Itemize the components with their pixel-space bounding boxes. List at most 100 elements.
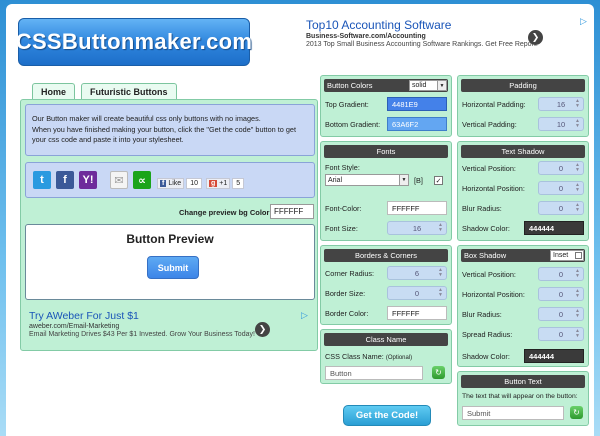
ad-top-url[interactable]: Business-Software.com/Accounting bbox=[306, 33, 546, 40]
ts-color-input[interactable]: 444444 bbox=[524, 221, 584, 235]
inset-toggle[interactable]: Inset bbox=[550, 250, 584, 261]
preview-submit-button[interactable]: Submit bbox=[147, 256, 199, 279]
tab-futuristic-buttons[interactable]: Futuristic Buttons bbox=[81, 83, 177, 100]
corner-radius-value: 6 bbox=[414, 268, 420, 278]
bs-spread-value: 0 bbox=[558, 329, 564, 339]
class-name-input[interactable]: Button bbox=[325, 366, 423, 380]
spinner-arrows-icon: ▲ ▼ bbox=[575, 202, 580, 213]
bs-blur-label: Blur Radius: bbox=[462, 310, 502, 319]
bs-vertical-value: 0 bbox=[558, 269, 564, 279]
nav-tabs: Home Futuristic Buttons bbox=[32, 83, 183, 100]
box-shadow-panel: Box Shadow Inset Vertical Position: 0 ▲ ▼… bbox=[457, 245, 589, 367]
site-logo[interactable]: CSSButtonmaker.com bbox=[16, 18, 252, 66]
spinner-arrows-icon: ▲ ▼ bbox=[575, 308, 580, 319]
borders-header: Borders & Corners bbox=[324, 249, 448, 262]
button-colors-title: Button Colors bbox=[327, 81, 373, 90]
get-code-button[interactable]: Get the Code! bbox=[343, 405, 431, 426]
color-mode-select[interactable]: solid ▼ bbox=[409, 80, 447, 91]
preview-bg-input[interactable]: FFFFFF bbox=[270, 204, 314, 219]
corner-radius-label: Corner Radius: bbox=[325, 269, 375, 278]
borders-panel: Borders & Corners Corner Radius: 6 ▲ ▼ Bo… bbox=[320, 245, 452, 325]
top-gradient-input[interactable]: 4481E9 bbox=[387, 97, 447, 111]
bs-horizontal-label: Horizontal Position: bbox=[462, 290, 525, 299]
ad-top-arrow-icon[interactable]: ❯ bbox=[528, 30, 543, 45]
inset-checkbox[interactable] bbox=[575, 252, 582, 259]
bottom-gradient-input[interactable]: 63A6F2 bbox=[387, 117, 447, 131]
twitter-icon[interactable]: t bbox=[33, 171, 51, 189]
font-style-select[interactable]: Arial ▼ bbox=[325, 174, 409, 186]
bs-blur-spinner[interactable]: 0 ▲ ▼ bbox=[538, 307, 584, 321]
like-count: 10 bbox=[186, 178, 202, 189]
ts-blur-spinner[interactable]: 0 ▲ ▼ bbox=[538, 201, 584, 215]
bold-label: [B] bbox=[414, 176, 423, 185]
button-text-input[interactable]: Submit bbox=[462, 406, 564, 420]
like-thumb-icon: f bbox=[160, 180, 167, 187]
share-bar: t f Y! ✉ ∝ f Like 10 g +1 5 bbox=[25, 162, 315, 198]
ts-vertical-spinner[interactable]: 0 ▲ ▼ bbox=[538, 161, 584, 175]
border-size-spinner[interactable]: 0 ▲ ▼ bbox=[387, 286, 447, 300]
bs-color-label: Shadow Color: bbox=[462, 352, 510, 361]
font-size-value: 16 bbox=[412, 223, 422, 233]
spinner-arrows-icon: ▲ ▼ bbox=[438, 222, 443, 233]
color-mode-value: solid bbox=[412, 82, 427, 89]
class-name-optional: (Optional) bbox=[385, 355, 413, 361]
bs-horizontal-spinner[interactable]: 0 ▲ ▼ bbox=[538, 287, 584, 301]
font-color-label: Font-Color: bbox=[325, 204, 362, 213]
spinner-arrows-icon: ▲ ▼ bbox=[575, 118, 580, 129]
padding-header: Padding bbox=[461, 79, 585, 92]
share-icon[interactable]: ∝ bbox=[133, 171, 151, 189]
button-text-refresh-icon[interactable]: ↻ bbox=[570, 406, 583, 419]
bs-vertical-label: Vertical Position: bbox=[462, 270, 516, 279]
button-text-label: The text that will appear on the button: bbox=[462, 393, 578, 400]
google-plus-button[interactable]: g +1 5 bbox=[206, 178, 245, 189]
button-text-panel: Button Text The text that will appear on… bbox=[457, 371, 589, 426]
spinner-arrows-icon: ▲ ▼ bbox=[575, 328, 580, 339]
border-color-input[interactable]: FFFFFF bbox=[387, 306, 447, 320]
main-panel: Our Button maker will create beautiful c… bbox=[20, 99, 318, 351]
border-size-value: 0 bbox=[414, 288, 420, 298]
chevron-down-icon: ▼ bbox=[399, 175, 408, 185]
ad-left-title[interactable]: Try AWeber For Just $1 bbox=[29, 310, 309, 322]
top-gradient-label: Top Gradient: bbox=[325, 100, 369, 109]
bs-color-input[interactable]: 444444 bbox=[524, 349, 584, 363]
font-color-input[interactable]: FFFFFF bbox=[387, 201, 447, 215]
button-preview: Button Preview Submit bbox=[25, 224, 315, 300]
yahoo-icon[interactable]: Y! bbox=[79, 171, 97, 189]
ad-left-arrow-icon[interactable]: ❯ bbox=[255, 322, 270, 337]
plus-count: 5 bbox=[232, 178, 245, 189]
bs-spread-spinner[interactable]: 0 ▲ ▼ bbox=[538, 327, 584, 341]
vertical-padding-spinner[interactable]: 10 ▲ ▼ bbox=[538, 117, 584, 131]
horizontal-padding-label: Horizontal Padding: bbox=[462, 100, 526, 109]
spinner-arrows-icon: ▲ ▼ bbox=[575, 182, 580, 193]
fonts-panel: Fonts Font Style: Arial ▼ [B] ✓ Font-Col… bbox=[320, 141, 452, 241]
spinner-arrows-icon: ▲ ▼ bbox=[575, 98, 580, 109]
ad-top[interactable]: Top10 Accounting Software Business-Softw… bbox=[306, 18, 546, 50]
intro-line-2: When you have finished making your butto… bbox=[32, 124, 296, 145]
vertical-padding-label: Vertical Padding: bbox=[462, 120, 517, 129]
bold-checkbox[interactable]: ✓ bbox=[434, 176, 443, 185]
inset-label: Inset bbox=[553, 252, 569, 259]
ad-left-adchoices-icon[interactable]: ▷ bbox=[301, 310, 308, 321]
border-color-label: Border Color: bbox=[325, 309, 369, 318]
class-name-refresh-icon[interactable]: ↻ bbox=[432, 366, 445, 379]
class-name-header: Class Name bbox=[324, 333, 448, 346]
tab-home[interactable]: Home bbox=[32, 83, 76, 100]
ad-top-title[interactable]: Top10 Accounting Software bbox=[306, 18, 546, 32]
intro-line-1: Our Button maker will create beautiful c… bbox=[32, 114, 261, 123]
ts-horizontal-spinner[interactable]: 0 ▲ ▼ bbox=[538, 181, 584, 195]
horizontal-padding-spinner[interactable]: 16 ▲ ▼ bbox=[538, 97, 584, 111]
email-icon[interactable]: ✉ bbox=[110, 171, 128, 189]
bs-vertical-spinner[interactable]: 0 ▲ ▼ bbox=[538, 267, 584, 281]
font-size-spinner[interactable]: 16 ▲ ▼ bbox=[387, 221, 447, 235]
spinner-arrows-icon: ▲ ▼ bbox=[575, 288, 580, 299]
spinner-arrows-icon: ▲ ▼ bbox=[575, 268, 580, 279]
adchoices-icon[interactable]: ▷ bbox=[580, 16, 587, 27]
corner-radius-spinner[interactable]: 6 ▲ ▼ bbox=[387, 266, 447, 280]
text-shadow-panel: Text Shadow Vertical Position: 0 ▲ ▼ Hori… bbox=[457, 141, 589, 241]
font-size-label: Font Size: bbox=[325, 224, 358, 233]
border-size-label: Border Size: bbox=[325, 289, 366, 298]
class-name-panel: Class Name CSS Class Name: (Optional) Bu… bbox=[320, 329, 452, 384]
facebook-icon[interactable]: f bbox=[56, 171, 74, 189]
facebook-like-button[interactable]: f Like 10 bbox=[157, 178, 202, 189]
google-plus-icon: g bbox=[209, 180, 218, 187]
